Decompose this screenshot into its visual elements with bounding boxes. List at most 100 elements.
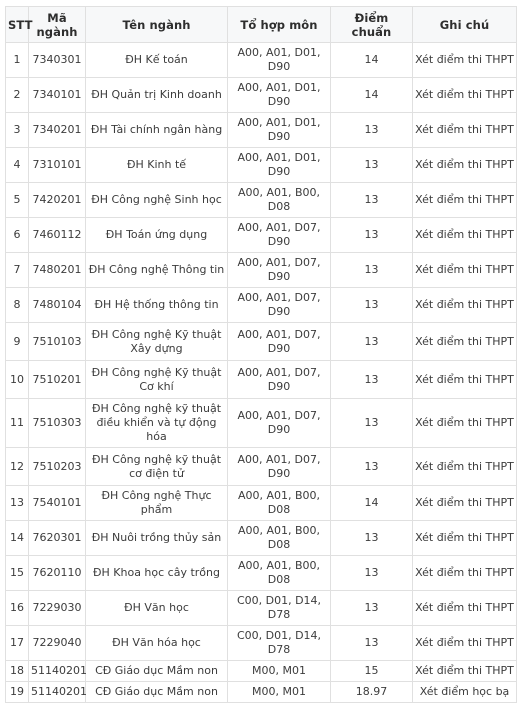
page-container: STT Mã ngành Tên ngành Tổ hợp môn Điểm c… xyxy=(0,0,523,703)
cell-stt: 18 xyxy=(5,660,29,682)
cell-ma-nganh: 7480104 xyxy=(28,287,86,323)
cell-stt: 9 xyxy=(5,322,29,361)
cell-ten-nganh: ĐH Kế toán xyxy=(85,42,228,78)
cell-stt: 8 xyxy=(5,287,29,323)
cell-to-hop-mon: A00, A01, D07, D90 xyxy=(227,252,331,288)
cell-ten-nganh: ĐH Công nghệ Kỹ thuật Xây dựng xyxy=(85,322,228,361)
cell-stt: 5 xyxy=(5,182,29,218)
cell-diem-chuan: 13 xyxy=(330,182,413,218)
table-row: 13 7540101 ĐH Công nghệ Thực phẩm A00, A01,… xyxy=(5,485,517,521)
cell-ghi-chu: Xét điểm thi THPT xyxy=(412,590,517,626)
cell-diem-chuan: 13 xyxy=(330,287,413,323)
cell-stt: 19 xyxy=(5,681,29,703)
cell-ghi-chu: Xét điểm thi THPT xyxy=(412,660,517,682)
cell-ten-nganh: ĐH Văn hóa học xyxy=(85,625,228,661)
cell-ma-nganh: 7460112 xyxy=(28,217,86,253)
cell-diem-chuan: 13 xyxy=(330,398,413,448)
cell-to-hop-mon: A00, A01, D01, D90 xyxy=(227,42,331,78)
cell-stt: 3 xyxy=(5,112,29,148)
cell-ma-nganh: 7510303 xyxy=(28,398,86,448)
cell-ghi-chu: Xét điểm thi THPT xyxy=(412,447,517,486)
cell-ghi-chu: Xét điểm thi THPT xyxy=(412,287,517,323)
cell-to-hop-mon: A00, A01, B00, D08 xyxy=(227,555,331,591)
cell-to-hop-mon: A00, A01, B00, D08 xyxy=(227,182,331,218)
cell-ghi-chu: Xét điểm thi THPT xyxy=(412,217,517,253)
cell-stt: 14 xyxy=(5,520,29,556)
table-row: 3 7340201 ĐH Tài chính ngân hàng A00, A01, … xyxy=(5,112,517,148)
cell-diem-chuan: 14 xyxy=(330,485,413,521)
cell-diem-chuan: 13 xyxy=(330,147,413,183)
table-row: 8 7480104 ĐH Hệ thống thông tin A00, A01, D… xyxy=(5,287,517,323)
cell-diem-chuan: 13 xyxy=(330,625,413,661)
table-row: 17 7229040 ĐH Văn hóa học C00, D01, D14, D7… xyxy=(5,625,517,661)
cell-ma-nganh: 7510103 xyxy=(28,322,86,361)
cell-ma-nganh: 7510201 xyxy=(28,360,86,399)
admission-scores-table: STT Mã ngành Tên ngành Tổ hợp môn Điểm c… xyxy=(5,6,517,703)
cell-to-hop-mon: A00, A01, D07, D90 xyxy=(227,287,331,323)
cell-ten-nganh: ĐH Công nghệ kỹ thuật điều khiển và tự đ… xyxy=(85,398,228,448)
cell-to-hop-mon: A00, A01, D01, D90 xyxy=(227,147,331,183)
cell-stt: 6 xyxy=(5,217,29,253)
cell-ten-nganh: ĐH Công nghệ Thực phẩm xyxy=(85,485,228,521)
cell-stt: 7 xyxy=(5,252,29,288)
cell-to-hop-mon: C00, D01, D14, D78 xyxy=(227,590,331,626)
cell-diem-chuan: 13 xyxy=(330,555,413,591)
cell-stt: 11 xyxy=(5,398,29,448)
cell-ghi-chu: Xét điểm thi THPT xyxy=(412,252,517,288)
cell-to-hop-mon: A00, A01, B00, D08 xyxy=(227,485,331,521)
header-row: STT Mã ngành Tên ngành Tổ hợp môn Điểm c… xyxy=(5,6,517,43)
table-row: 1 7340301 ĐH Kế toán A00, A01, D01, D90 14 Xé… xyxy=(5,42,517,78)
cell-to-hop-mon: C00, D01, D14, D78 xyxy=(227,625,331,661)
cell-stt: 10 xyxy=(5,360,29,399)
cell-stt: 16 xyxy=(5,590,29,626)
cell-ma-nganh: 51140201 xyxy=(28,681,87,703)
cell-ghi-chu: Xét điểm thi THPT xyxy=(412,360,517,399)
cell-ghi-chu: Xét điểm thi THPT xyxy=(412,77,517,113)
cell-stt: 4 xyxy=(5,147,29,183)
cell-ghi-chu: Xét điểm thi THPT xyxy=(412,112,517,148)
cell-diem-chuan: 13 xyxy=(330,252,413,288)
cell-ghi-chu: Xét điểm thi THPT xyxy=(412,322,517,361)
cell-to-hop-mon: A00, A01, D07, D90 xyxy=(227,447,331,486)
table-row: 11 7510303 ĐH Công nghệ kỹ thuật điều khiể… xyxy=(5,398,517,448)
table-row: 18 51140201 CĐ Giáo dục Mầm non M00, M01 15 X… xyxy=(5,660,517,682)
column-header-ma-nganh: Mã ngành xyxy=(28,6,86,43)
column-header-diem-chuan: Điểm chuẩn xyxy=(330,6,413,43)
cell-to-hop-mon: A00, A01, D01, D90 xyxy=(227,77,331,113)
cell-to-hop-mon: A00, A01, B00, D08 xyxy=(227,520,331,556)
cell-ma-nganh: 7620301 xyxy=(28,520,86,556)
table-row: 14 7620301 ĐH Nuôi trồng thủy sản A00, A01,… xyxy=(5,520,517,556)
cell-ma-nganh: 7310101 xyxy=(28,147,86,183)
cell-ghi-chu: Xét điểm thi THPT xyxy=(412,625,517,661)
cell-ghi-chu: Xét điểm thi THPT xyxy=(412,520,517,556)
cell-diem-chuan: 13 xyxy=(330,112,413,148)
table-row: 7 7480201 ĐH Công nghệ Thông tin A00, A01, … xyxy=(5,252,517,288)
table-row: 10 7510201 ĐH Công nghệ Kỹ thuật Cơ khí A00… xyxy=(5,360,517,399)
cell-ghi-chu: Xét điểm thi THPT xyxy=(412,485,517,521)
table-row: 9 7510103 ĐH Công nghệ Kỹ thuật Xây dựng A0… xyxy=(5,322,517,361)
cell-diem-chuan: 15 xyxy=(330,660,413,682)
column-header-stt: STT xyxy=(5,6,32,43)
cell-ghi-chu: Xét điểm thi THPT xyxy=(412,398,517,448)
cell-diem-chuan: 13 xyxy=(330,322,413,361)
cell-ten-nganh: ĐH Quản trị Kinh doanh xyxy=(85,77,228,113)
column-header-ten-nganh: Tên ngành xyxy=(85,6,228,43)
cell-ten-nganh: ĐH Hệ thống thông tin xyxy=(85,287,228,323)
cell-ten-nganh: ĐH Văn học xyxy=(85,590,228,626)
cell-ten-nganh: ĐH Công nghệ Thông tin xyxy=(85,252,228,288)
cell-to-hop-mon: A00, A01, D07, D90 xyxy=(227,360,331,399)
cell-ma-nganh: 7510203 xyxy=(28,447,86,486)
cell-diem-chuan: 14 xyxy=(330,77,413,113)
cell-ghi-chu: Xét điểm thi THPT xyxy=(412,555,517,591)
cell-ten-nganh: CĐ Giáo dục Mầm non xyxy=(85,681,228,703)
cell-stt: 1 xyxy=(5,42,29,78)
cell-ma-nganh: 7340201 xyxy=(28,112,86,148)
cell-ma-nganh: 7340301 xyxy=(28,42,86,78)
table-row: 6 7460112 ĐH Toán ứng dụng A00, A01, D07, D… xyxy=(5,217,517,253)
cell-ma-nganh: 7620110 xyxy=(28,555,86,591)
cell-to-hop-mon: A00, A01, D07, D90 xyxy=(227,217,331,253)
cell-diem-chuan: 13 xyxy=(330,217,413,253)
cell-ten-nganh: ĐH Công nghệ kỹ thuật cơ điện tử xyxy=(85,447,228,486)
cell-diem-chuan: 18.97 xyxy=(330,681,413,703)
cell-ten-nganh: ĐH Kinh tế xyxy=(85,147,228,183)
